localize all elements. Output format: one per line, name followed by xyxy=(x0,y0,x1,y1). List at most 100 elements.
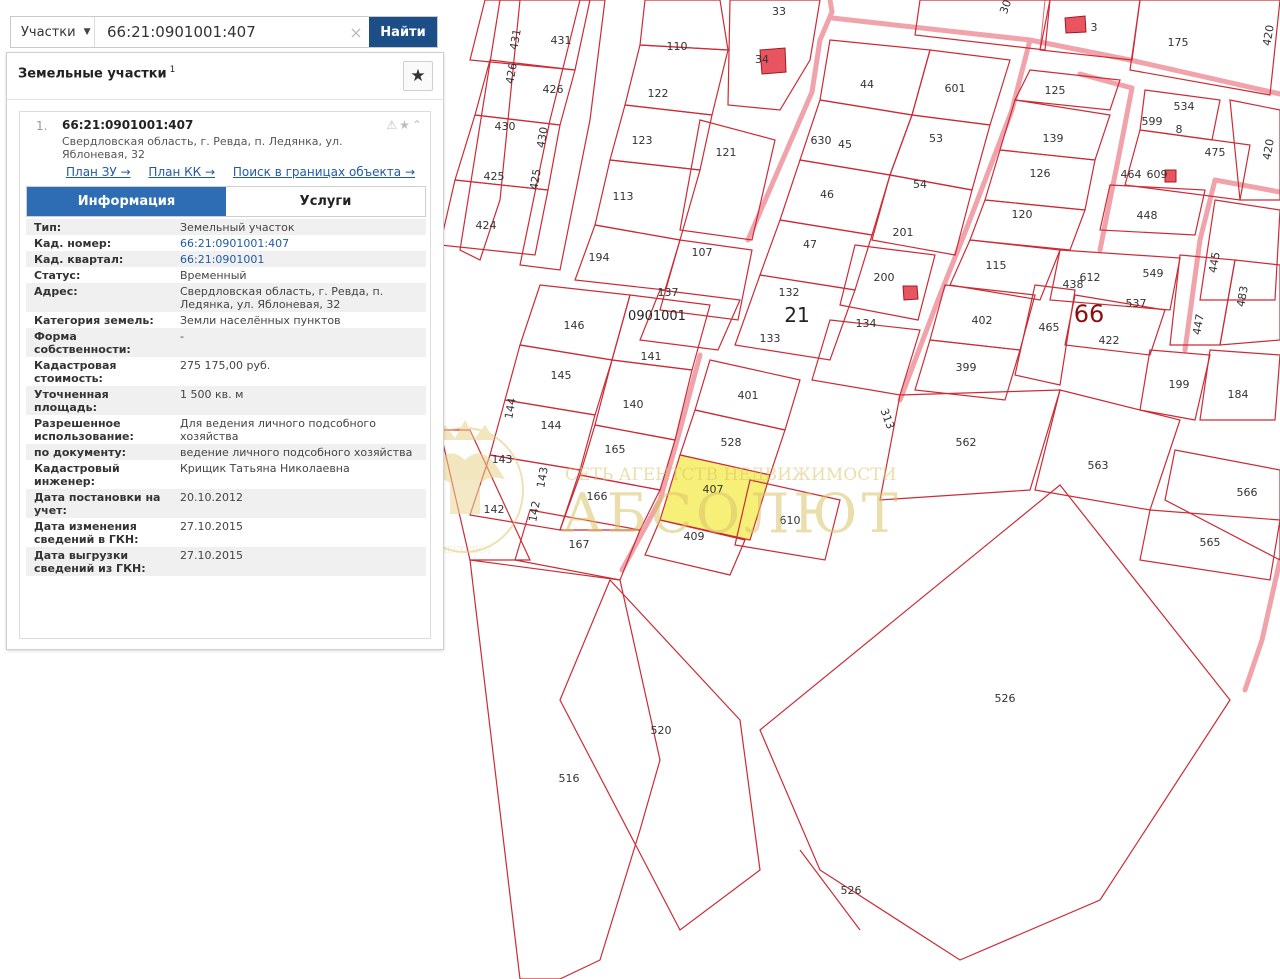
parcel-label: 126 xyxy=(1030,167,1051,180)
results-panel: Земельные участки 1 ★ 1. 66:21:0901001:40… xyxy=(6,52,444,650)
property-value: 1 500 кв. м xyxy=(172,386,426,415)
table-row: Кадастровый инженер: Крищик Татьяна Никол… xyxy=(26,460,426,489)
parcel-label: 430 xyxy=(534,126,550,149)
panel-header: Земельные участки 1 ★ xyxy=(7,53,443,100)
property-key: Форма собственности: xyxy=(26,328,172,357)
cad-quarter-link[interactable]: 66:21:0901001 xyxy=(172,251,426,267)
property-key: Дата изменения сведений в ГКН: xyxy=(34,520,139,546)
watermark-line-2: АБСОЛЮТ xyxy=(562,482,902,545)
parcel-label: 113 xyxy=(613,190,634,203)
parcel-label: 445 xyxy=(1206,251,1222,274)
tab-services[interactable]: Услуги xyxy=(226,187,425,216)
parcel-label: 125 xyxy=(1045,84,1066,97)
result-cad-number[interactable]: 66:21:0901001:407 xyxy=(62,118,193,132)
watermark: АБСОЛЮТ СЕТЬ АГЕНТСТВ НЕДВИЖИМОСТИ АБСОЛ… xyxy=(406,420,902,556)
property-value: - xyxy=(172,328,426,357)
parcel-label: 549 xyxy=(1143,267,1164,280)
parcel-label: 448 xyxy=(1137,209,1158,222)
parcel-label: 34 xyxy=(755,53,769,66)
table-row: Кадастровая стоимость: 275 175,00 руб. xyxy=(26,357,426,386)
table-row: Дата выгрузки сведений из ГКН: 27.10.2015 xyxy=(26,547,426,576)
parcel-label: 565 xyxy=(1200,536,1221,549)
plan-zu-link[interactable]: План ЗУ → xyxy=(66,165,131,179)
parcel-label: 199 xyxy=(1169,378,1190,391)
parcel-label: 146 xyxy=(564,319,585,332)
parcel-label: 175 xyxy=(1168,36,1189,49)
parcel-label: 630 xyxy=(811,134,832,147)
watermark-emblem-text: АБСОЛЮТ xyxy=(440,546,492,556)
chevron-up-icon[interactable]: ⌃ xyxy=(412,118,424,132)
parcel-label: 142 xyxy=(484,503,505,516)
table-row: Форма собственности: - xyxy=(26,328,426,357)
parcel-label: 420 xyxy=(1260,138,1276,161)
result-address: Свердловская область, г. Ревда, п. Ледян… xyxy=(62,135,343,161)
property-key: Тип: xyxy=(26,219,172,235)
parcel-label: 526 xyxy=(995,692,1016,705)
table-row: Уточненная площадь: 1 500 кв. м xyxy=(26,386,426,415)
property-key: Категория земель: xyxy=(34,314,154,327)
parcel-label: 420 xyxy=(1260,24,1276,47)
table-row: Разрешенное использование: Для ведения ли… xyxy=(26,415,426,444)
property-key: Кад. номер: xyxy=(34,237,112,250)
parcel-label: 402 xyxy=(972,314,993,327)
property-key: Дата постановки на учет: xyxy=(26,489,172,518)
property-value: 27.10.2015 xyxy=(172,547,426,576)
card-actions: ⚠★⌃ xyxy=(386,118,424,132)
table-row: Статус: Временный xyxy=(26,267,426,283)
parcel-label: 483 xyxy=(1234,285,1250,308)
property-value: Крищик Татьяна Николаевна xyxy=(180,462,350,475)
property-key: по документу: xyxy=(26,444,172,460)
quarter-label: 0901001 xyxy=(628,309,686,324)
property-key: Кадастровый инженер: xyxy=(34,462,120,488)
property-key: Кад. квартал: xyxy=(26,251,172,267)
property-key: Разрешенное использование: xyxy=(34,417,134,443)
result-links: План ЗУ → План КК → Поиск в границах объ… xyxy=(66,165,429,179)
parcel-label: 313 xyxy=(878,407,897,431)
property-value: Земельный участок xyxy=(172,219,426,235)
properties-table: Тип: Земельный участок Кад. номер: 66:21:0… xyxy=(26,219,426,576)
parcel-label: 139 xyxy=(1043,132,1064,145)
parcel-label: 609 xyxy=(1147,168,1168,181)
parcel-label: 144 xyxy=(502,397,518,420)
clear-icon[interactable]: × xyxy=(343,17,369,47)
parcel-label: 110 xyxy=(667,40,688,53)
parcel-label: 144 xyxy=(541,419,562,432)
tab-info[interactable]: Информация xyxy=(27,187,226,216)
parcel-label: 46 xyxy=(820,188,834,201)
property-key: Уточненная площадь: xyxy=(26,386,172,415)
parcel-label: 425 xyxy=(484,170,505,183)
parcel-label: 54 xyxy=(913,178,927,191)
parcel-label: 145 xyxy=(551,369,572,382)
result-index: 1. xyxy=(36,119,48,133)
parcel-label: 516 xyxy=(559,772,580,785)
parcel-label: 537 xyxy=(1126,297,1147,310)
property-value: Свердловская область, г. Ревда, п. Ледян… xyxy=(172,283,426,312)
search-in-bounds-link[interactable]: Поиск в границах объекта → xyxy=(233,165,415,179)
table-row: Дата постановки на учет: 20.10.2012 xyxy=(26,489,426,518)
region-label: 66 xyxy=(1074,300,1105,328)
layer-dropdown[interactable]: Участки ▼ xyxy=(11,17,95,47)
panel-title-text: Земельные участки xyxy=(18,66,167,82)
search-input[interactable] xyxy=(95,17,343,47)
table-row: Дата изменения сведений в ГКН: 27.10.2015 xyxy=(26,518,426,547)
warning-icon[interactable]: ⚠ xyxy=(386,118,399,132)
table-row: Тип: Земельный участок xyxy=(26,219,426,235)
property-value: 275 175,00 руб. xyxy=(180,359,271,372)
parcel-label: 8 xyxy=(1176,123,1183,136)
plan-kk-link[interactable]: План КК → xyxy=(148,165,215,179)
parcel-label: 137 xyxy=(658,286,679,299)
property-key: Статус: xyxy=(34,269,81,282)
parcel-label: 430 xyxy=(495,120,516,133)
table-row: Кад. квартал: 66:21:0901001 xyxy=(26,251,426,267)
search-bar: Участки ▼ × Найти xyxy=(10,16,438,48)
favorite-button[interactable]: ★ xyxy=(403,61,433,91)
parcel-label: 426 xyxy=(503,62,519,85)
parcel-label: 30 xyxy=(997,0,1014,16)
parcel-label: 120 xyxy=(1012,208,1033,221)
parcel-label: 184 xyxy=(1228,388,1249,401)
parcel-label: 201 xyxy=(893,226,914,239)
find-button[interactable]: Найти xyxy=(369,17,437,47)
star-outline-icon[interactable]: ★ xyxy=(399,118,412,132)
parcel-label: 612 xyxy=(1080,271,1101,284)
cad-number-link[interactable]: 66:21:0901001:407 xyxy=(172,235,426,251)
